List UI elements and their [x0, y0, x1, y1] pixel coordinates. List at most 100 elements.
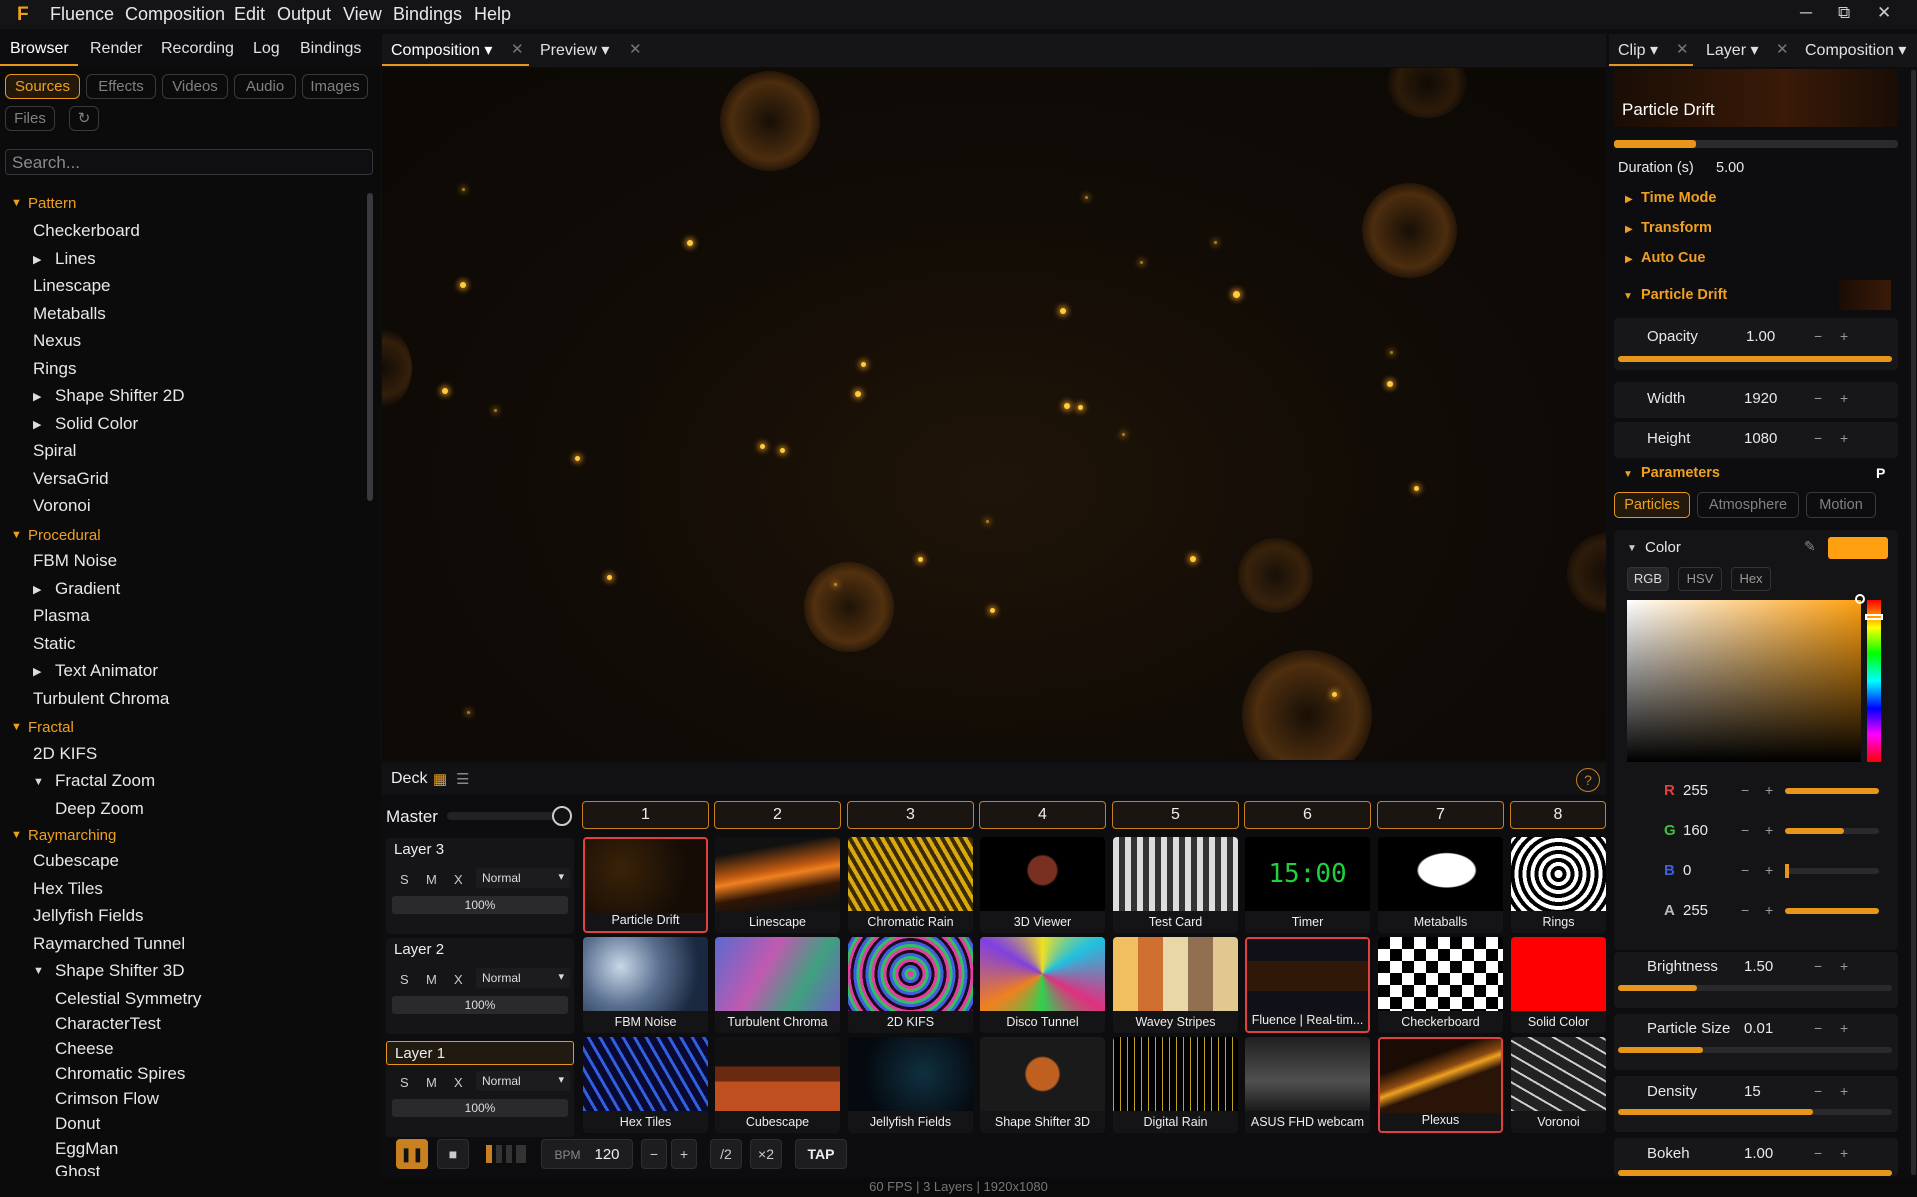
clip-cell[interactable]: Particle Drift	[583, 837, 708, 933]
hue-slider-knob[interactable]	[1865, 614, 1883, 620]
clip-cell[interactable]: Cubescape	[715, 1037, 840, 1133]
tree-item[interactable]: Plasma	[33, 606, 90, 626]
param-value[interactable]: 1920	[1744, 390, 1777, 407]
clip-cell[interactable]: 15:00 Timer	[1245, 837, 1370, 933]
decrease-button[interactable]: −	[1814, 1020, 1822, 1036]
refresh-icon[interactable]: ↻	[69, 106, 99, 131]
tree-item[interactable]: Voronoi	[33, 496, 91, 516]
clip-progress-bar[interactable]	[1614, 140, 1898, 148]
tree-item[interactable]: Fractal Zoom	[55, 771, 155, 791]
g-slider[interactable]	[1785, 828, 1879, 834]
close-tab-icon[interactable]: ✕	[1676, 40, 1689, 58]
tree-item[interactable]: Cubescape	[33, 851, 119, 871]
clip-cell[interactable]: Checkerboard	[1378, 937, 1503, 1033]
color-picker-cursor[interactable]	[1855, 594, 1865, 604]
expand-arrow-icon[interactable]: ▶	[1625, 224, 1633, 235]
subtab-atmosphere[interactable]: Atmosphere	[1697, 492, 1799, 518]
tree-item[interactable]: CharacterTest	[55, 1014, 161, 1034]
menu-fluence[interactable]: Fluence	[50, 4, 114, 25]
collapse-arrow-icon[interactable]: ▼	[11, 721, 22, 733]
section-auto-cue[interactable]: Auto Cue	[1641, 250, 1705, 266]
tree-item[interactable]: Chromatic Spires	[55, 1064, 185, 1084]
tab-browser[interactable]: Browser	[10, 40, 69, 58]
column-trigger-5[interactable]: 5	[1112, 801, 1239, 829]
opacity-slider[interactable]	[1618, 356, 1892, 362]
increase-button[interactable]: +	[1840, 1020, 1848, 1036]
b-slider[interactable]	[1785, 864, 1879, 878]
increase-button[interactable]: +	[1840, 430, 1848, 446]
clip-cell[interactable]: FBM Noise	[583, 937, 708, 1033]
decrease-button[interactable]: −	[1741, 822, 1749, 838]
category-fractal[interactable]: Fractal	[28, 719, 74, 736]
decrease-button[interactable]: −	[1814, 1083, 1822, 1099]
clip-cell[interactable]: Jellyfish Fields	[848, 1037, 973, 1133]
clip-cell[interactable]: Hex Tiles	[583, 1037, 708, 1133]
expand-arrow-icon[interactable]: ▶	[33, 390, 41, 403]
increase-button[interactable]: +	[1765, 782, 1773, 798]
clip-cell[interactable]: Turbulent Chroma	[715, 937, 840, 1033]
tree-item[interactable]: Ghost	[55, 1162, 100, 1176]
blend-mode-select[interactable]: Normal	[476, 868, 570, 888]
stop-button[interactable]: ■	[437, 1139, 469, 1169]
brightness-slider[interactable]	[1618, 985, 1892, 991]
parameter-badge[interactable]: P	[1876, 465, 1885, 481]
bpm-double-button[interactable]: ×2	[750, 1139, 782, 1169]
restore-icon[interactable]: ⧉	[1838, 3, 1850, 23]
close-tab-icon[interactable]: ✕	[629, 40, 642, 58]
saturation-value-picker[interactable]	[1627, 600, 1861, 762]
column-trigger-2[interactable]: 2	[714, 801, 841, 829]
menu-edit[interactable]: Edit	[234, 4, 265, 25]
hue-slider[interactable]	[1867, 600, 1881, 762]
list-view-icon[interactable]: ☰	[456, 770, 469, 788]
tree-item[interactable]: Hex Tiles	[33, 879, 103, 899]
clip-cell[interactable]: Plexus	[1378, 1037, 1503, 1133]
section-transform[interactable]: Transform	[1641, 220, 1712, 236]
blend-mode-select[interactable]: Normal	[476, 1071, 570, 1091]
tree-item[interactable]: Turbulent Chroma	[33, 689, 169, 709]
menu-bindings[interactable]: Bindings	[393, 4, 462, 25]
clear-layer-button[interactable]: X	[454, 972, 463, 987]
tree-item[interactable]: Linescape	[33, 276, 111, 296]
tab-render[interactable]: Render	[90, 40, 142, 58]
param-value[interactable]: 15	[1744, 1083, 1761, 1100]
decrease-button[interactable]: −	[1741, 902, 1749, 918]
filter-videos[interactable]: Videos	[162, 74, 228, 99]
close-window-icon[interactable]: ✕	[1877, 3, 1891, 23]
master-slider[interactable]	[447, 812, 567, 820]
eyedropper-icon[interactable]: ✎	[1804, 538, 1816, 555]
tab-preview[interactable]: Preview ▾	[540, 40, 609, 60]
clip-cell[interactable]: Voronoi	[1511, 1037, 1606, 1133]
tree-item[interactable]: Static	[33, 634, 76, 654]
param-value[interactable]: 1080	[1744, 430, 1777, 447]
increase-button[interactable]: +	[1765, 822, 1773, 838]
mute-button[interactable]: M	[426, 1075, 437, 1090]
tree-item[interactable]: Spiral	[33, 441, 76, 461]
clip-cell[interactable]: Test Card	[1113, 837, 1238, 933]
collapse-arrow-icon[interactable]: ▼	[1627, 543, 1637, 554]
increase-button[interactable]: +	[1765, 902, 1773, 918]
pause-button[interactable]: ❚❚	[396, 1139, 428, 1169]
clip-cell[interactable]: 2D KIFS	[848, 937, 973, 1033]
solo-button[interactable]: S	[400, 972, 409, 987]
column-trigger-3[interactable]: 3	[847, 801, 974, 829]
decrease-button[interactable]: −	[1741, 782, 1749, 798]
minimize-icon[interactable]: ─	[1800, 3, 1812, 23]
layer-name[interactable]: Layer 2	[386, 938, 574, 962]
r-value[interactable]: 255	[1683, 782, 1708, 799]
r-slider[interactable]	[1785, 788, 1879, 794]
a-value[interactable]: 255	[1683, 902, 1708, 919]
duration-value[interactable]: 5.00	[1716, 160, 1744, 176]
clip-cell[interactable]: Solid Color	[1511, 937, 1606, 1033]
tree-item[interactable]: EggMan	[55, 1139, 118, 1159]
inspector-scrollbar[interactable]	[1911, 70, 1916, 1175]
bpm-half-button[interactable]: /2	[710, 1139, 742, 1169]
filter-sources[interactable]: Sources	[5, 74, 80, 99]
bpm-decrease-button[interactable]: −	[641, 1139, 667, 1169]
tree-item[interactable]: Cheese	[55, 1039, 114, 1059]
tab-layer[interactable]: Layer ▾	[1706, 40, 1759, 60]
particle-size-slider[interactable]	[1618, 1047, 1892, 1053]
layer-opacity-slider[interactable]: 100%	[392, 1099, 568, 1117]
search-input[interactable]: Search...	[5, 149, 373, 175]
tree-item[interactable]: Celestial Symmetry	[55, 989, 201, 1009]
tree-item[interactable]: Raymarched Tunnel	[33, 934, 185, 954]
